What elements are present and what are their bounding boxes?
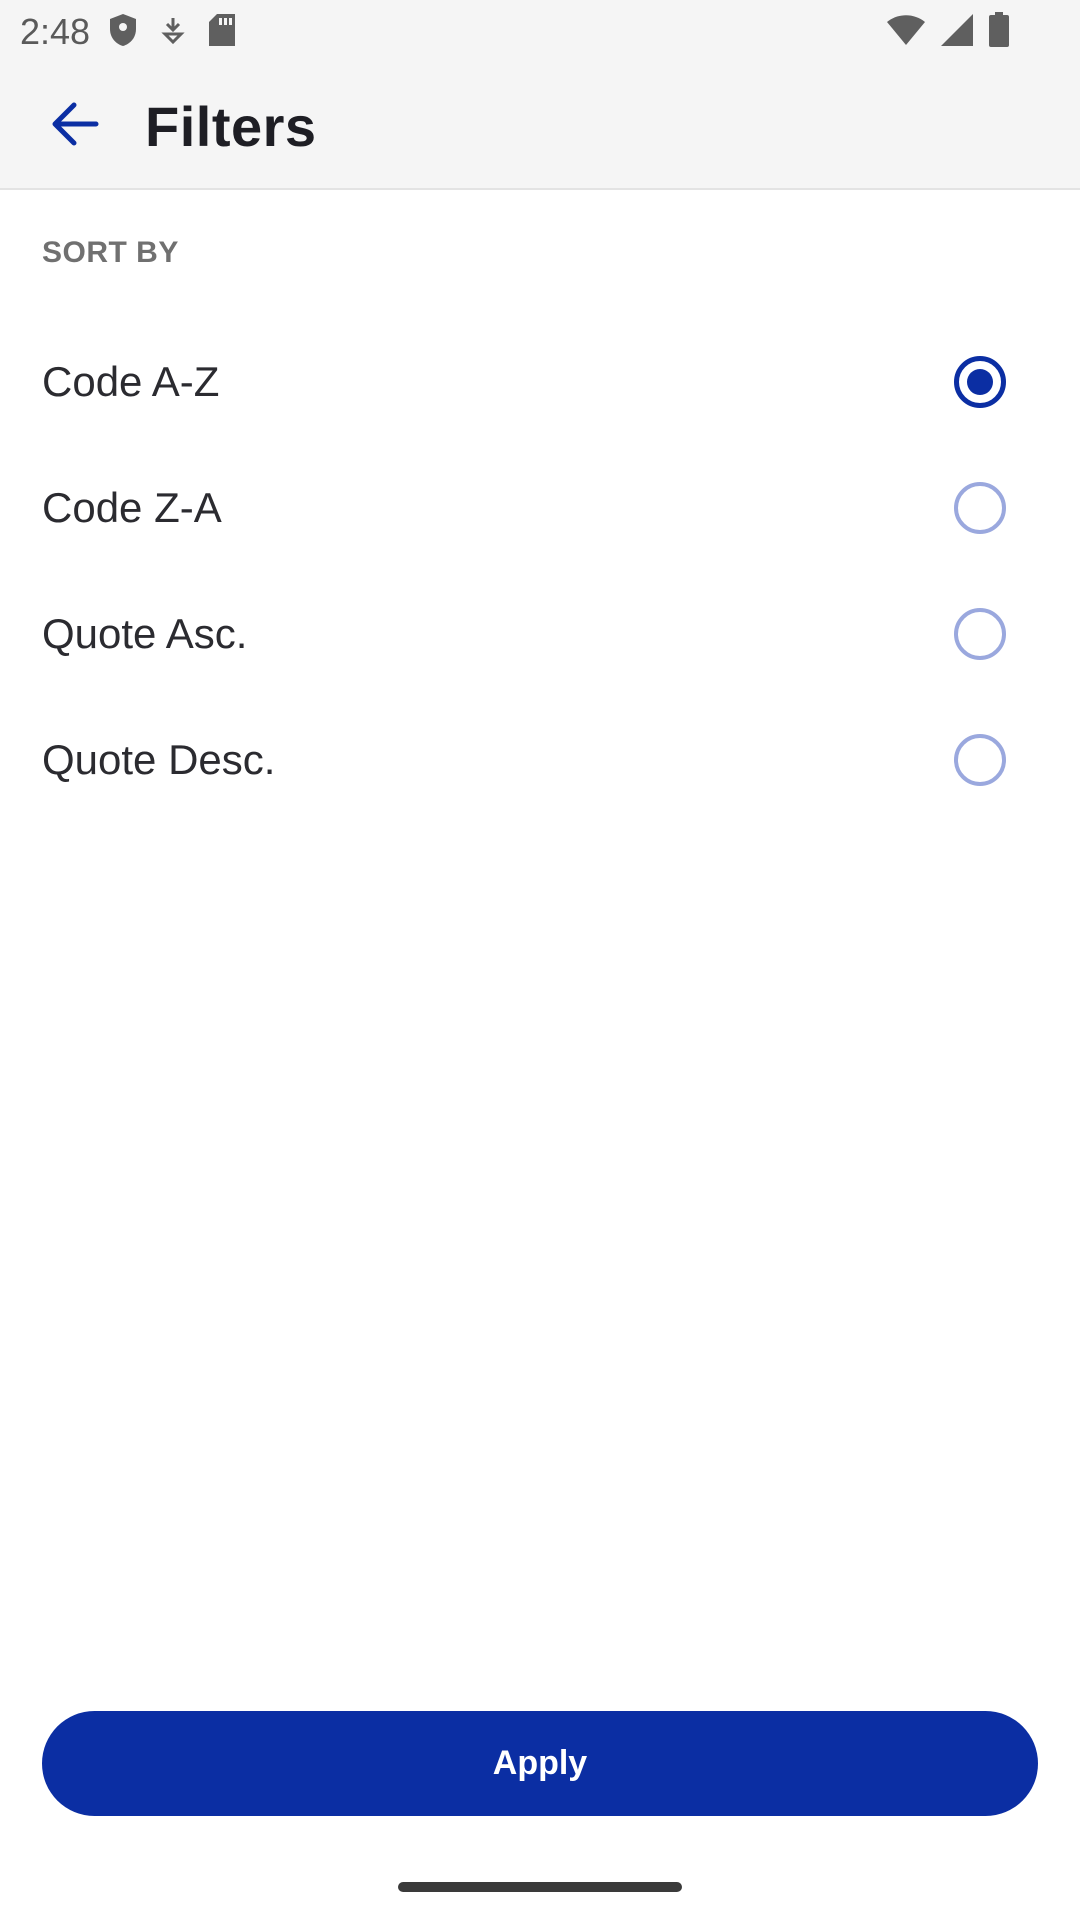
shield-icon <box>108 13 138 52</box>
signal-icon <box>940 13 974 52</box>
arrow-back-icon <box>50 101 100 152</box>
option-label: Quote Asc. <box>42 610 248 657</box>
back-button[interactable] <box>25 76 125 176</box>
option-label: Code A-Z <box>42 358 220 405</box>
sort-option-code-z-a[interactable]: Code Z-A <box>0 445 1080 571</box>
download-icon <box>160 15 186 50</box>
apply-button[interactable]: Apply <box>42 1711 1038 1816</box>
status-bar: 2:48 <box>0 0 1080 64</box>
status-time: 2:48 <box>20 11 91 52</box>
radio-button-selected[interactable] <box>954 356 1006 408</box>
battery-icon <box>988 12 1010 53</box>
home-indicator[interactable] <box>398 1882 682 1892</box>
sort-option-list: Code A-Z Code Z-A Quote Asc. Quote Desc. <box>0 319 1080 823</box>
option-label: Quote Desc. <box>42 736 276 783</box>
option-label: Code Z-A <box>42 484 222 531</box>
status-left-icons <box>108 13 236 52</box>
sort-option-quote-asc[interactable]: Quote Asc. <box>0 571 1080 697</box>
wifi-icon <box>886 14 926 51</box>
sort-option-code-a-z[interactable]: Code A-Z <box>0 319 1080 445</box>
radio-dot <box>967 369 993 395</box>
page-title: Filters <box>145 94 317 158</box>
radio-button[interactable] <box>954 482 1006 534</box>
sort-option-quote-desc[interactable]: Quote Desc. <box>0 697 1080 823</box>
radio-button[interactable] <box>954 608 1006 660</box>
status-right-icons <box>886 12 1010 53</box>
sd-card-icon <box>208 13 236 52</box>
radio-button[interactable] <box>954 734 1006 786</box>
sort-by-header: SORT BY <box>42 236 179 269</box>
app-bar: Filters <box>0 64 1080 190</box>
